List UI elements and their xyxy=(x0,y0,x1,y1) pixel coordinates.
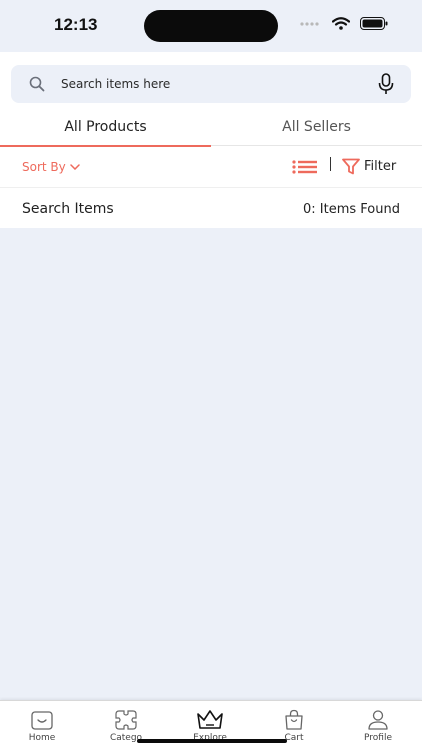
filter-row: Sort By Filter xyxy=(0,148,422,188)
home-icon xyxy=(31,711,53,730)
profile-icon xyxy=(368,710,388,730)
filter-divider xyxy=(330,157,331,171)
filter-button[interactable]: Filter xyxy=(342,158,396,175)
tab-all-sellers-label: All Sellers xyxy=(282,119,351,135)
microphone-icon[interactable] xyxy=(377,73,395,95)
nav-home-label: Home xyxy=(28,733,56,743)
signal-icon xyxy=(300,21,319,26)
results-header: Search Items 0: Items Found xyxy=(0,190,422,228)
crown-icon xyxy=(197,710,223,729)
status-bar: 12:13 xyxy=(0,0,422,52)
search-input[interactable] xyxy=(61,65,361,103)
content-header: All Products All Sellers Sort By xyxy=(0,52,422,228)
items-found-count: 0: Items Found xyxy=(303,202,400,217)
nav-profile-label: Profile xyxy=(364,733,392,743)
filter-icon xyxy=(342,158,360,175)
nav-home[interactable]: Home xyxy=(0,701,84,750)
tab-all-products-label: All Products xyxy=(64,119,147,135)
bag-icon xyxy=(285,709,303,730)
tab-all-sellers[interactable]: All Sellers xyxy=(211,108,422,146)
dynamic-island xyxy=(144,10,278,42)
sort-by-button[interactable]: Sort By xyxy=(22,160,80,174)
results-title: Search Items xyxy=(22,201,114,217)
sort-by-label: Sort By xyxy=(22,160,66,174)
tab-all-products[interactable]: All Products xyxy=(0,108,211,147)
active-tab-indicator xyxy=(0,145,211,147)
app-screen: 12:13 Search items here All Products All… xyxy=(0,0,422,750)
status-icons xyxy=(300,17,388,30)
chevron-down-icon xyxy=(70,164,80,170)
wifi-icon xyxy=(332,17,350,30)
filter-label: Filter xyxy=(364,159,397,174)
search-icon xyxy=(29,76,45,92)
categories-icon xyxy=(115,710,137,730)
list-view-icon[interactable] xyxy=(292,160,318,174)
status-time: 12:13 xyxy=(54,15,98,34)
nav-profile[interactable]: Profile xyxy=(336,701,420,750)
battery-icon xyxy=(360,17,388,30)
tab-bar: All Products All Sellers xyxy=(0,108,422,147)
home-indicator xyxy=(137,739,287,743)
search-bar[interactable] xyxy=(11,65,411,103)
